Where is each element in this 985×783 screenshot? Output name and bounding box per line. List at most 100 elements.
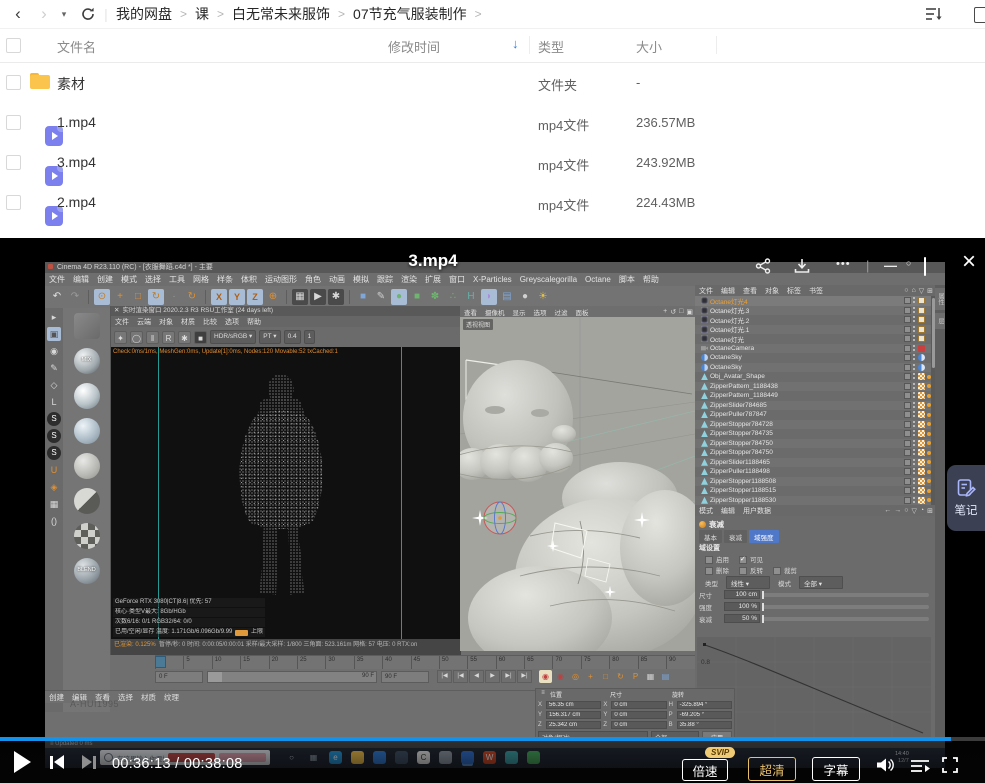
viewport-nav-icon[interactable]: ▣ bbox=[686, 308, 693, 316]
size-value[interactable]: 0 cm bbox=[611, 711, 666, 719]
object-enable-checkbox[interactable] bbox=[904, 402, 911, 409]
attribute-checkbox[interactable]: 删除 bbox=[705, 565, 729, 575]
fullscreen-icon[interactable] bbox=[942, 757, 958, 778]
object-visibility-dots[interactable] bbox=[913, 430, 916, 437]
object-enable-checkbox[interactable] bbox=[904, 449, 911, 456]
object-visibility-dots[interactable] bbox=[913, 364, 916, 371]
back-icon[interactable]: ‹ bbox=[8, 0, 28, 28]
keyframe-button[interactable]: ↻ bbox=[614, 670, 627, 683]
close-icon[interactable]: × bbox=[962, 250, 976, 274]
object-visibility-dots[interactable] bbox=[913, 307, 916, 314]
breadcrumb-item[interactable]: 我的网盘 bbox=[116, 4, 172, 24]
transport-button[interactable]: |◀ bbox=[437, 670, 452, 683]
object-visibility-dots[interactable] bbox=[913, 411, 916, 418]
object-row[interactable]: ZipperStopper1188508 bbox=[695, 477, 935, 487]
attribute-tab[interactable]: 基本 bbox=[699, 530, 722, 543]
object-visibility-dots[interactable] bbox=[913, 316, 916, 323]
object-enable-checkbox[interactable] bbox=[904, 440, 911, 447]
transport-button[interactable]: ▶ bbox=[485, 670, 500, 683]
video-frame[interactable]: Cinema 4D R23.110 (RC) - [衣服舞蹈.c4d *] - … bbox=[45, 262, 945, 768]
viewport-nav-icon[interactable]: + bbox=[663, 308, 667, 315]
object-enable-checkbox[interactable] bbox=[904, 345, 911, 352]
keyframe-button[interactable]: ▦ bbox=[644, 670, 657, 683]
previous-episode-button[interactable] bbox=[50, 755, 64, 769]
mode-dropdown[interactable]: 全部 ▾ bbox=[799, 576, 843, 589]
side-tab[interactable]: 层 bbox=[935, 313, 945, 329]
object-visibility-dots[interactable] bbox=[913, 373, 916, 380]
refresh-icon[interactable] bbox=[78, 0, 98, 28]
panel-icon[interactable]: ○ bbox=[904, 287, 908, 294]
object-row[interactable]: OctaneSky bbox=[695, 353, 935, 363]
object-visibility-dots[interactable] bbox=[913, 487, 916, 494]
object-enable-checkbox[interactable] bbox=[904, 487, 911, 494]
minimize-icon[interactable]: — bbox=[884, 258, 897, 273]
object-enable-checkbox[interactable] bbox=[904, 383, 911, 390]
object-visibility-dots[interactable] bbox=[913, 345, 916, 352]
attribute-tab[interactable]: 衰减 bbox=[724, 530, 747, 543]
attribute-checkbox[interactable]: 反转 bbox=[739, 565, 763, 575]
transport-button[interactable]: ▶| bbox=[517, 670, 532, 683]
object-enable-checkbox[interactable] bbox=[904, 468, 911, 475]
object-row[interactable]: ZipperStopper784728 bbox=[695, 420, 935, 430]
attribute-slider[interactable]: 尺寸 100 cm bbox=[699, 590, 929, 599]
position-value[interactable]: 25.342 cm bbox=[546, 721, 601, 729]
object-row[interactable]: OctaneCamera bbox=[695, 344, 935, 354]
object-enable-checkbox[interactable] bbox=[904, 335, 911, 342]
object-visibility-dots[interactable] bbox=[913, 392, 916, 399]
file-name[interactable]: 2.mp4 bbox=[57, 194, 96, 210]
keyframe-button[interactable]: ◉ bbox=[554, 670, 567, 683]
next-episode-button[interactable] bbox=[82, 755, 96, 769]
panel-icon[interactable]: → bbox=[894, 507, 901, 514]
col-type[interactable]: 类型 bbox=[538, 37, 564, 56]
table-row[interactable]: 1.mp4 mp4文件 236.57MB bbox=[0, 102, 985, 142]
position-value[interactable]: 56.35 cm bbox=[546, 701, 601, 709]
object-enable-checkbox[interactable] bbox=[904, 459, 911, 466]
play-button[interactable] bbox=[14, 751, 31, 773]
row-checkbox[interactable] bbox=[6, 195, 21, 210]
object-row[interactable]: ZipperStopper1188530 bbox=[695, 496, 935, 506]
transport-button[interactable]: |◀ bbox=[453, 670, 468, 683]
breadcrumb-item[interactable]: 课 bbox=[195, 4, 209, 24]
breadcrumb-item[interactable]: 白无常未来服饰 bbox=[232, 4, 330, 24]
object-enable-checkbox[interactable] bbox=[904, 364, 911, 371]
object-enable-checkbox[interactable] bbox=[904, 297, 911, 304]
object-row[interactable]: Octane灯光4 bbox=[695, 296, 935, 306]
object-enable-checkbox[interactable] bbox=[904, 354, 911, 361]
timeline-playhead[interactable] bbox=[155, 656, 166, 668]
object-enable-checkbox[interactable] bbox=[904, 307, 911, 314]
history-caret-icon[interactable]: ▾ bbox=[57, 0, 71, 28]
keyframe-button[interactable]: ◎ bbox=[569, 670, 582, 683]
sort-order-icon[interactable] bbox=[925, 6, 943, 27]
object-visibility-dots[interactable] bbox=[913, 326, 916, 333]
object-enable-checkbox[interactable] bbox=[904, 421, 911, 428]
object-row[interactable]: ZipperSlider1188465 bbox=[695, 458, 935, 468]
panel-icon[interactable]: ○ bbox=[904, 507, 908, 514]
select-all-checkbox[interactable] bbox=[6, 38, 21, 53]
panel-icon[interactable]: ⊞ bbox=[927, 287, 933, 295]
file-name[interactable]: 素材 bbox=[57, 74, 85, 94]
quality-button[interactable]: 超清 bbox=[748, 757, 796, 781]
rotation-value[interactable]: 35.88 ° bbox=[677, 721, 732, 729]
object-visibility-dots[interactable] bbox=[913, 440, 916, 447]
row-checkbox[interactable] bbox=[6, 75, 21, 90]
object-enable-checkbox[interactable] bbox=[904, 411, 911, 418]
col-name[interactable]: 文件名 bbox=[57, 37, 96, 56]
end-frame-field[interactable]: 90 F bbox=[381, 671, 429, 683]
object-enable-checkbox[interactable] bbox=[904, 326, 911, 333]
object-row[interactable]: ZipperPattern_1188449 bbox=[695, 391, 935, 401]
object-row[interactable]: ZipperStopper784735 bbox=[695, 429, 935, 439]
object-visibility-dots[interactable] bbox=[913, 449, 916, 456]
attribute-checkbox[interactable]: 可见 bbox=[739, 554, 763, 564]
file-name[interactable]: 1.mp4 bbox=[57, 114, 96, 130]
object-row[interactable]: ZipperStopper784750 bbox=[695, 448, 935, 458]
note-button[interactable]: 笔记 bbox=[947, 465, 985, 531]
keyframe-button[interactable]: + bbox=[584, 670, 597, 683]
object-visibility-dots[interactable] bbox=[913, 468, 916, 475]
download-icon[interactable] bbox=[794, 258, 810, 279]
object-visibility-dots[interactable] bbox=[913, 354, 916, 361]
preview-range-slider[interactable]: 90 F bbox=[207, 671, 377, 683]
object-row[interactable]: ZipperSlider784685 bbox=[695, 401, 935, 411]
attribute-slider[interactable]: 衰减 50 % bbox=[699, 614, 929, 623]
rotation-value[interactable]: -325.894 ° bbox=[677, 701, 732, 709]
table-row[interactable]: 2.mp4 mp4文件 224.43MB bbox=[0, 182, 985, 222]
